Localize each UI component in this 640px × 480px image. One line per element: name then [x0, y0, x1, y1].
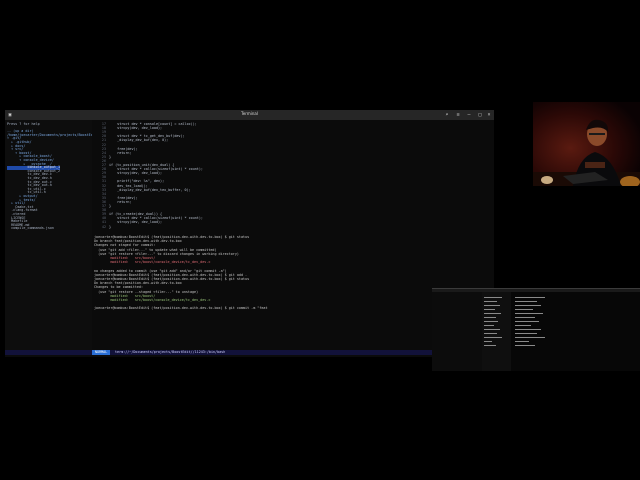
close-icon[interactable]: × — [486, 112, 492, 118]
preview-tree-line — [484, 301, 498, 302]
code-line[interactable]: _display_dev_buf(dev_tex_buffer, 0); — [109, 188, 191, 193]
preview-text-line — [515, 329, 541, 330]
shell-line: modified: src/boost/console_device/tc_de… — [94, 298, 211, 302]
preview-text-line — [515, 337, 545, 338]
mode-indicator: NORMAL — [92, 350, 111, 355]
preview-text-line — [515, 333, 537, 334]
maximize-icon[interactable]: □ — [477, 112, 483, 118]
preview-tree-line — [484, 321, 499, 322]
search-icon[interactable]: ⌕ — [444, 112, 450, 118]
preview-text-line — [515, 345, 535, 346]
preview-text-line — [515, 317, 535, 318]
menu-icon[interactable]: ≡ — [455, 112, 461, 118]
preview-tree-line — [484, 305, 500, 306]
title-bar[interactable]: ▣ Terminal ⌕ ≡ – □ × — [5, 110, 494, 120]
code-line[interactable]: strcpy(dev, dev_load); — [109, 172, 162, 176]
preview-tree-line — [484, 313, 501, 314]
preview-tree-line — [484, 309, 495, 310]
preview-text-line — [515, 305, 541, 306]
code-line[interactable]: strcpy(dev, dev_load); — [109, 126, 162, 131]
file-tree[interactable]: Press ? for help.. (up a dir)/home/joeca… — [5, 120, 99, 353]
shell-line: joecarter@bombus:BoostEdit$ (feat/positi… — [94, 306, 268, 311]
preview-text-line — [515, 325, 531, 326]
line-number: 42 — [101, 224, 106, 229]
preview-text-line — [515, 321, 539, 322]
preview-tree-line — [484, 337, 502, 338]
webcam-image — [533, 102, 640, 186]
tree-file[interactable]: Press ? for help — [7, 122, 40, 127]
preview-tree-line — [484, 317, 496, 318]
preview-text-line — [515, 297, 545, 298]
tree-file[interactable]: compile_commands.json — [7, 227, 54, 231]
terminal-window[interactable]: ▣ Terminal ⌕ ≡ – □ × Press ? for help.. … — [5, 110, 494, 357]
code-line[interactable]: strcpy(dev, dev_load); — [109, 221, 162, 225]
code-editor[interactable]: 17 struct dev * console[count] = calloc(… — [92, 120, 494, 238]
preview-tree-line — [484, 297, 502, 298]
preview-text-line — [515, 301, 537, 302]
preview-right-pane — [511, 292, 640, 371]
screen-preview — [432, 288, 640, 371]
code-line[interactable]: return; — [109, 151, 131, 156]
status-bar: NORMAL term://~/Documents/projects/Boost… — [5, 350, 494, 355]
preview-tree-line — [484, 345, 496, 346]
webcam-overlay — [533, 102, 640, 186]
code-line[interactable]: _display_dev_buf(dev, 0); — [109, 139, 168, 143]
code-line[interactable]: } — [109, 155, 111, 160]
preview-tree-line — [484, 329, 500, 330]
preview-tree-line — [484, 341, 493, 342]
shell-line: modified: src/boost/console_device/tc_de… — [94, 260, 211, 265]
preview-text-line — [515, 309, 533, 310]
code-line[interactable]: } — [109, 204, 111, 209]
preview-text-line — [515, 313, 543, 314]
buffer-path: term://~/Documents/projects/BoostEdit//1… — [115, 350, 226, 354]
code-line[interactable]: return; — [109, 200, 131, 205]
preview-tree-pane — [482, 292, 511, 371]
preview-text-line — [515, 341, 529, 342]
preview-left-pane — [432, 292, 482, 371]
code-line[interactable]: } — [109, 225, 111, 230]
preview-tree-line — [484, 333, 498, 334]
window-title: Terminal — [241, 111, 258, 116]
preview-tree-line — [484, 325, 494, 326]
minimize-icon[interactable]: – — [466, 112, 472, 118]
